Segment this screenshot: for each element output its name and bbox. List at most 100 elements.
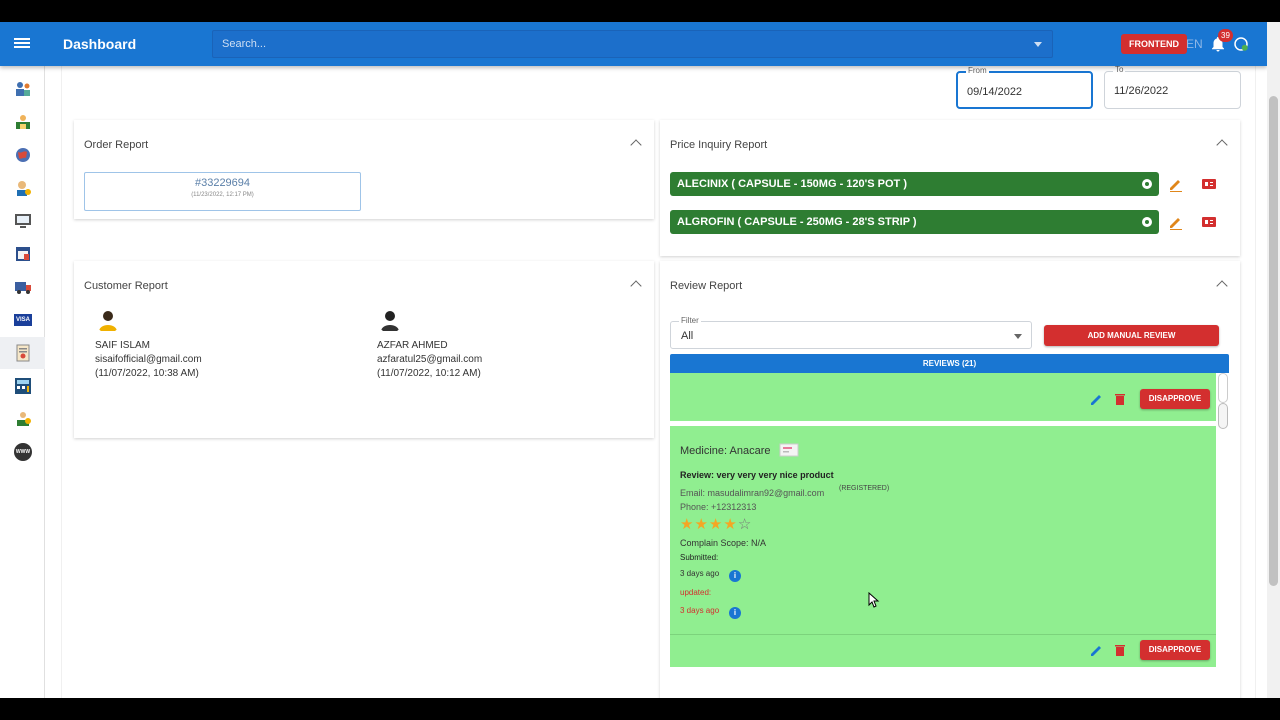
collapse-icon[interactable] xyxy=(1216,280,1228,292)
customer-date: (11/07/2022, 10:12 AM) xyxy=(377,368,481,379)
search-input[interactable] xyxy=(213,31,1052,57)
filter-value: All xyxy=(681,330,694,342)
mouse-cursor-icon xyxy=(868,592,880,608)
delete-icon[interactable] xyxy=(1113,392,1127,406)
globe-icon[interactable] xyxy=(14,146,32,164)
page-scrollbar[interactable] xyxy=(1267,22,1280,698)
to-date-field[interactable]: To 11/26/2022 xyxy=(1104,65,1241,109)
price-inquiry-label: ALGROFIN ( CAPSULE - 250MG - 28'S STRIP … xyxy=(677,216,917,228)
price-icon[interactable] xyxy=(1201,176,1217,192)
customer-email: sisaifofficial@gmail.com xyxy=(95,354,202,365)
star-outline-icon: ☆ xyxy=(737,516,753,533)
report-icon xyxy=(16,344,30,362)
price-icon[interactable] xyxy=(1201,214,1217,230)
star-icon: ★ xyxy=(680,516,695,533)
avatar xyxy=(95,307,121,333)
from-date-field[interactable]: From 09/14/2022 xyxy=(956,66,1093,109)
menu-icon[interactable] xyxy=(14,36,30,52)
price-inquiry-item[interactable]: ALECINIX ( CAPSULE - 150MG - 120'S POT ) xyxy=(670,172,1159,196)
calculator-icon[interactable] xyxy=(14,377,32,395)
star-icon: ★ xyxy=(723,516,738,533)
reviews-list[interactable]: DISAPPROVE Medicine: Anacare Review: ver… xyxy=(670,373,1216,667)
review-actions: DISAPPROVE xyxy=(1090,640,1210,660)
star-rating: ★★★★☆ xyxy=(680,515,752,533)
reviews-header: REVIEWS (21) xyxy=(670,354,1229,373)
reviews-scrollbar[interactable] xyxy=(1217,373,1229,667)
app-title: Dashboard xyxy=(63,36,137,52)
notification-badge: 39 xyxy=(1218,29,1233,42)
search-field[interactable] xyxy=(212,30,1053,58)
users-icon[interactable] xyxy=(14,80,32,98)
edit-icon[interactable] xyxy=(1168,176,1184,192)
collapse-icon[interactable] xyxy=(630,280,642,292)
review-email: Email: masudalimran92@gmail.com xyxy=(680,488,825,498)
review-phone: Phone: +12312313 xyxy=(680,502,757,512)
medicine-image xyxy=(779,443,799,457)
edit-icon[interactable] xyxy=(1168,214,1184,230)
order-report-card: Order Report #33229694 (11/23/2022, 12:1… xyxy=(74,120,654,219)
updated-ago: 3 days ago xyxy=(680,606,720,615)
filter-select[interactable]: Filter All xyxy=(670,316,1032,349)
filter-label: Filter xyxy=(679,316,701,325)
customer-item[interactable]: SAIF ISLAM sisaifofficial@gmail.com (11/… xyxy=(95,307,202,381)
app-window: Dashboard FRONTEND EN 39 VISA WWW xyxy=(0,22,1267,698)
complain-scope: Complain Scope: N/A xyxy=(680,538,767,548)
price-inquiry-title: Price Inquiry Report xyxy=(670,139,768,151)
store-icon[interactable] xyxy=(14,113,32,131)
info-icon[interactable]: i xyxy=(729,570,741,582)
language-switch[interactable]: EN xyxy=(1186,37,1203,51)
monitor-icon[interactable] xyxy=(14,212,32,230)
order-item[interactable]: #33229694 (11/23/2022, 12:17 PM) xyxy=(84,172,361,211)
collapse-icon[interactable] xyxy=(1216,139,1228,151)
price-inquiry-card: Price Inquiry Report ALECINIX ( CAPSULE … xyxy=(660,120,1240,256)
price-inquiry-item[interactable]: ALGROFIN ( CAPSULE - 250MG - 28'S STRIP … xyxy=(670,210,1159,234)
customer-name: SAIF ISLAM xyxy=(95,340,151,351)
delivery-icon[interactable] xyxy=(14,278,32,296)
customer-date: (11/07/2022, 10:38 AM) xyxy=(95,368,199,379)
visa-icon[interactable]: VISA xyxy=(14,314,32,326)
close-circle-icon[interactable] xyxy=(1142,217,1152,227)
sidebar-item-report[interactable] xyxy=(0,337,45,369)
frontend-button[interactable]: FRONTEND xyxy=(1121,34,1187,54)
chevron-down-icon xyxy=(1014,334,1022,339)
sidebar: VISA WWW xyxy=(0,66,45,698)
page-scrollbar-thumb[interactable] xyxy=(1269,96,1278,586)
customer-item[interactable]: AZFAR AHMED azfaratul25@gmail.com (11/07… xyxy=(377,307,482,381)
review-text: Review: very very very nice product xyxy=(680,470,834,480)
close-circle-icon[interactable] xyxy=(1142,179,1152,189)
scrollbar-thumb[interactable] xyxy=(1218,403,1228,429)
updated-label: updated: xyxy=(680,588,712,597)
chevron-down-icon[interactable] xyxy=(1034,42,1042,47)
customer-name: AZFAR AHMED xyxy=(377,340,448,351)
review-report-card: Review Report Filter All ADD MANUAL REVI… xyxy=(660,261,1240,698)
disapprove-button[interactable]: DISAPPROVE xyxy=(1140,389,1210,409)
registered-badge: (REGISTERED) xyxy=(839,485,890,492)
main-content: From 09/14/2022 To 11/26/2022 Order Repo… xyxy=(61,65,1256,698)
add-manual-review-button[interactable]: ADD MANUAL REVIEW xyxy=(1044,325,1219,346)
star-icon: ★ xyxy=(694,516,709,533)
from-date-label: From xyxy=(966,66,989,75)
avatar xyxy=(377,307,403,333)
app-bar: Dashboard FRONTEND EN 39 xyxy=(0,22,1267,66)
order-report-title: Order Report xyxy=(84,139,149,151)
to-date-value: 11/26/2022 xyxy=(1114,85,1169,97)
review-actions: DISAPPROVE xyxy=(1090,389,1210,409)
customer-email: azfaratul25@gmail.com xyxy=(377,354,483,365)
delete-icon[interactable] xyxy=(1113,643,1127,657)
from-date-value: 09/14/2022 xyxy=(967,86,1023,98)
disapprove-button[interactable]: DISAPPROVE xyxy=(1140,640,1210,660)
chat-icon[interactable] xyxy=(1232,35,1250,53)
calendar-icon[interactable] xyxy=(14,245,32,263)
money-icon[interactable] xyxy=(14,410,32,428)
info-icon[interactable]: i xyxy=(729,607,741,619)
price-inquiry-label: ALECINIX ( CAPSULE - 150MG - 120'S POT ) xyxy=(677,178,907,190)
person-icon[interactable] xyxy=(14,179,32,197)
customer-report-card: Customer Report SAIF ISLAM sisaifofficia… xyxy=(74,261,654,438)
review-medicine: Medicine: Anacare xyxy=(680,445,771,457)
collapse-icon[interactable] xyxy=(630,139,642,151)
edit-icon[interactable] xyxy=(1090,643,1104,657)
www-icon[interactable]: WWW xyxy=(14,443,32,461)
edit-icon[interactable] xyxy=(1090,392,1104,406)
submitted-label: Submitted: xyxy=(680,553,719,562)
customer-report-title: Customer Report xyxy=(84,280,168,292)
